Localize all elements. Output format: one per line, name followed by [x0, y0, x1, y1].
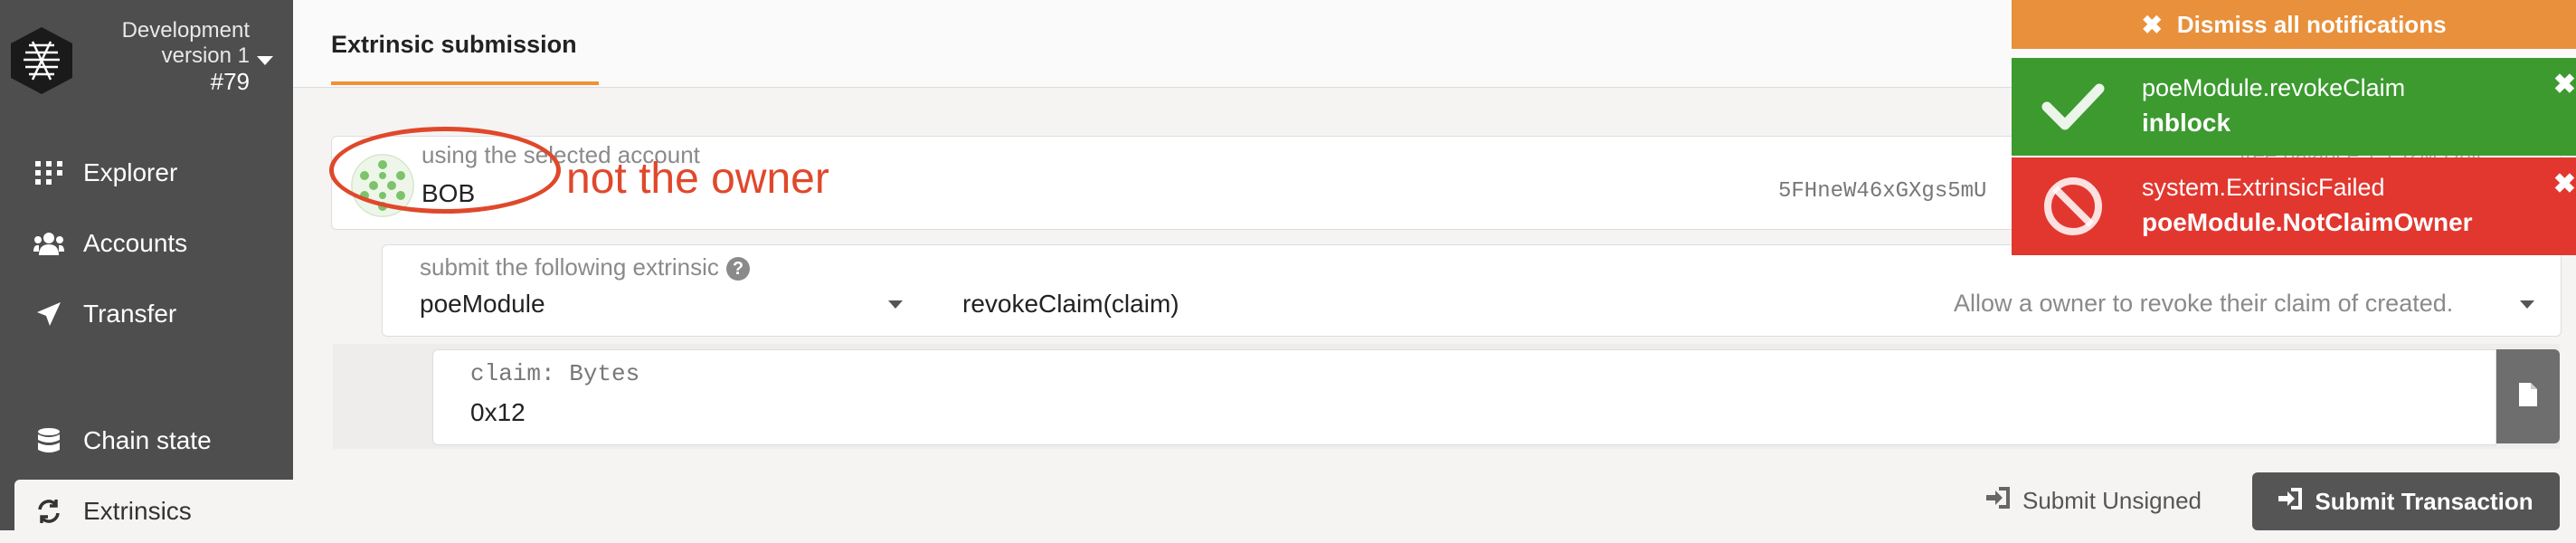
- notification-status: poeModule.NotClaimOwner: [2142, 208, 2473, 236]
- param-value[interactable]: 0x12: [470, 398, 526, 427]
- extrinsic-label-text: submit the following extrinsic: [420, 253, 719, 281]
- ban-icon: [2041, 174, 2106, 239]
- call-select[interactable]: revokeClaim(claim): [962, 290, 1179, 319]
- users-icon: [33, 227, 65, 260]
- sign-in-icon: [2278, 487, 2303, 516]
- submit-transaction-button[interactable]: Submit Transaction: [2252, 472, 2560, 530]
- file-icon: [2519, 382, 2537, 411]
- paper-plane-icon: [33, 298, 65, 330]
- chevron-down-icon[interactable]: [257, 56, 273, 65]
- sidebar-item-label: Chain state: [83, 426, 212, 454]
- chevron-down-icon[interactable]: [888, 300, 903, 309]
- tab-extrinsic-submission[interactable]: Extrinsic submission: [331, 31, 577, 59]
- extrinsic-label: submit the following extrinsic?: [420, 253, 750, 281]
- annotation-text: not the owner: [566, 155, 829, 203]
- submit-unsigned-label: Submit Unsigned: [2022, 486, 2202, 514]
- help-icon[interactable]: ?: [725, 257, 750, 281]
- chain-version: version 1: [161, 43, 250, 68]
- chevron-down-icon[interactable]: [2520, 300, 2534, 309]
- explorer-icon: [33, 157, 65, 189]
- chain-selector[interactable]: Development version 1 #79: [122, 18, 250, 94]
- notification-title: poeModule.revokeClaim: [2142, 74, 2406, 101]
- close-icon[interactable]: ✖: [2553, 168, 2576, 200]
- module-select[interactable]: poeModule: [420, 290, 545, 319]
- param-label: claim: Bytes: [470, 360, 640, 387]
- claim-input[interactable]: [432, 349, 2496, 445]
- notification-status: inblock: [2142, 109, 2231, 137]
- block-number: #79: [210, 68, 250, 95]
- sidebar-item-accounts[interactable]: Accounts: [0, 212, 293, 275]
- sign-in-icon: [1986, 486, 2010, 515]
- sidebar-item-label: Transfer: [83, 300, 177, 328]
- active-tab-indicator: [331, 81, 599, 85]
- file-upload-button[interactable]: [2496, 349, 2560, 443]
- notification-error: system.ExtrinsicFailed poeModule.NotClai…: [2012, 157, 2576, 255]
- submit-unsigned-button[interactable]: Submit Unsigned: [1986, 480, 2202, 521]
- sidebar-item-transfer[interactable]: Transfer: [0, 282, 293, 346]
- dismiss-label: Dismiss all notifications: [2176, 10, 2447, 38]
- chain-name: Development: [121, 18, 250, 43]
- annotation-ellipse: [329, 127, 561, 214]
- submit-transaction-label: Submit Transaction: [2315, 487, 2533, 515]
- sidebar-item-explorer[interactable]: Explorer: [0, 141, 293, 205]
- sync-icon: [33, 495, 65, 528]
- polkadot-logo-icon[interactable]: [9, 25, 74, 96]
- close-icon: ✖: [2141, 10, 2163, 39]
- sidebar-item-label: Extrinsics: [83, 497, 192, 525]
- sidebar-item-chain-state[interactable]: Chain state: [0, 409, 293, 472]
- checkmark-icon: [2041, 74, 2106, 139]
- notification-title: system.ExtrinsicFailed: [2142, 174, 2385, 201]
- close-icon[interactable]: ✖: [2553, 69, 2576, 100]
- dismiss-all-notifications-button[interactable]: ✖ Dismiss all notifications: [2012, 0, 2576, 49]
- sidebar-item-label: Accounts: [83, 229, 188, 257]
- account-address: 5FHneW46xGXgs5mU: [1778, 179, 1987, 204]
- call-description: Allow a owner to revoke their claim of c…: [1954, 290, 2454, 317]
- sidebar-item-label: Explorer: [83, 158, 178, 186]
- sidebar: Development version 1 #79 Explorer Accou…: [0, 0, 293, 543]
- database-icon: [33, 424, 65, 457]
- notification-success: poeModule.revokeClaim inblock ✖: [2012, 58, 2576, 156]
- sidebar-item-extrinsics[interactable]: Extrinsics: [14, 480, 293, 543]
